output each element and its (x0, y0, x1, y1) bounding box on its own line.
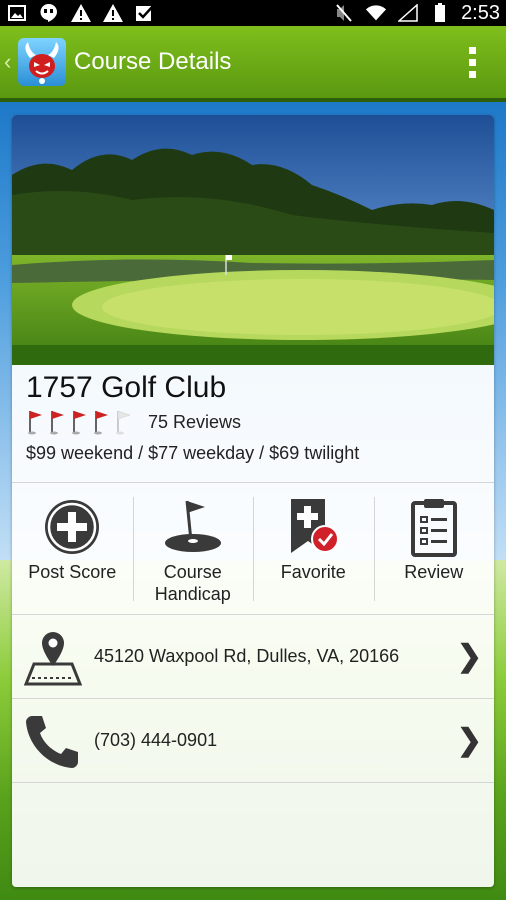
action-bar: ‹ Course Details (0, 26, 506, 102)
bookmark-check-icon (283, 497, 343, 557)
favorite-button[interactable]: Favorite (253, 483, 374, 614)
plus-circle-icon (42, 497, 102, 557)
golf-flag-icon (28, 411, 42, 435)
more-vert-icon[interactable] (469, 46, 476, 78)
golf-flag-icon (50, 411, 64, 435)
checkbox-icon (134, 3, 156, 23)
hangouts-icon (38, 3, 60, 23)
battery-icon (429, 3, 451, 23)
clock: 2:53 (461, 1, 500, 24)
price-info: $99 weekend / $77 weekday / $69 twilight (26, 443, 360, 463)
golf-flag-empty-icon (116, 410, 131, 435)
action-buttons: Post Score Course Handicap Favorite Revi… (12, 483, 494, 615)
clipboard-list-icon (404, 497, 464, 557)
course-card: 1757 Golf Club 75 Reviews $99 weekend / … (12, 115, 494, 887)
address-text: 45120 Waxpool Rd, Dulles, VA, 20166 (94, 646, 400, 666)
course-handicap-button[interactable]: Course Handicap (132, 483, 254, 614)
review-label: Review (404, 562, 464, 582)
course-photo (12, 115, 494, 365)
chevron-right-icon: ❯ (456, 640, 482, 673)
mute-icon (333, 3, 355, 23)
chevron-left-icon[interactable]: ‹ (4, 49, 16, 75)
golf-flag-icon (72, 411, 86, 435)
address-row[interactable]: 45120 Waxpool Rd, Dulles, VA, 20166 ❯ (12, 615, 494, 699)
chevron-right-icon: ❯ (456, 724, 482, 757)
rating-row: 75 Reviews (26, 409, 480, 435)
review-button[interactable]: Review (373, 483, 495, 614)
phone-row[interactable]: (703) 444-0901 ❯ (12, 699, 494, 783)
golf-green-flag-icon (163, 497, 223, 557)
rating-flags (26, 409, 134, 435)
favorite-label: Favorite (280, 562, 346, 582)
screen-title: Course Details (74, 48, 232, 75)
phone-icon (24, 712, 82, 770)
post-score-button[interactable]: Post Score (12, 483, 133, 614)
warning-icon (70, 3, 92, 23)
status-bar: 2:53 (0, 0, 506, 26)
phone-text: (703) 444-0901 (94, 730, 218, 750)
wifi-icon (365, 3, 387, 23)
post-score-label: Post Score (28, 562, 117, 582)
signal-icon (397, 3, 419, 23)
golf-flag-icon (94, 411, 108, 435)
course-handicap-label: Course Handicap (154, 562, 231, 604)
course-info: 1757 Golf Club 75 Reviews $99 weekend / … (12, 365, 494, 483)
golf-devil-logo-icon[interactable] (18, 38, 66, 86)
course-name: 1757 Golf Club (26, 371, 227, 404)
review-count[interactable]: 75 Reviews (148, 412, 241, 433)
map-pin-icon (24, 628, 82, 686)
warning-icon (102, 3, 124, 23)
image-icon (6, 3, 28, 23)
